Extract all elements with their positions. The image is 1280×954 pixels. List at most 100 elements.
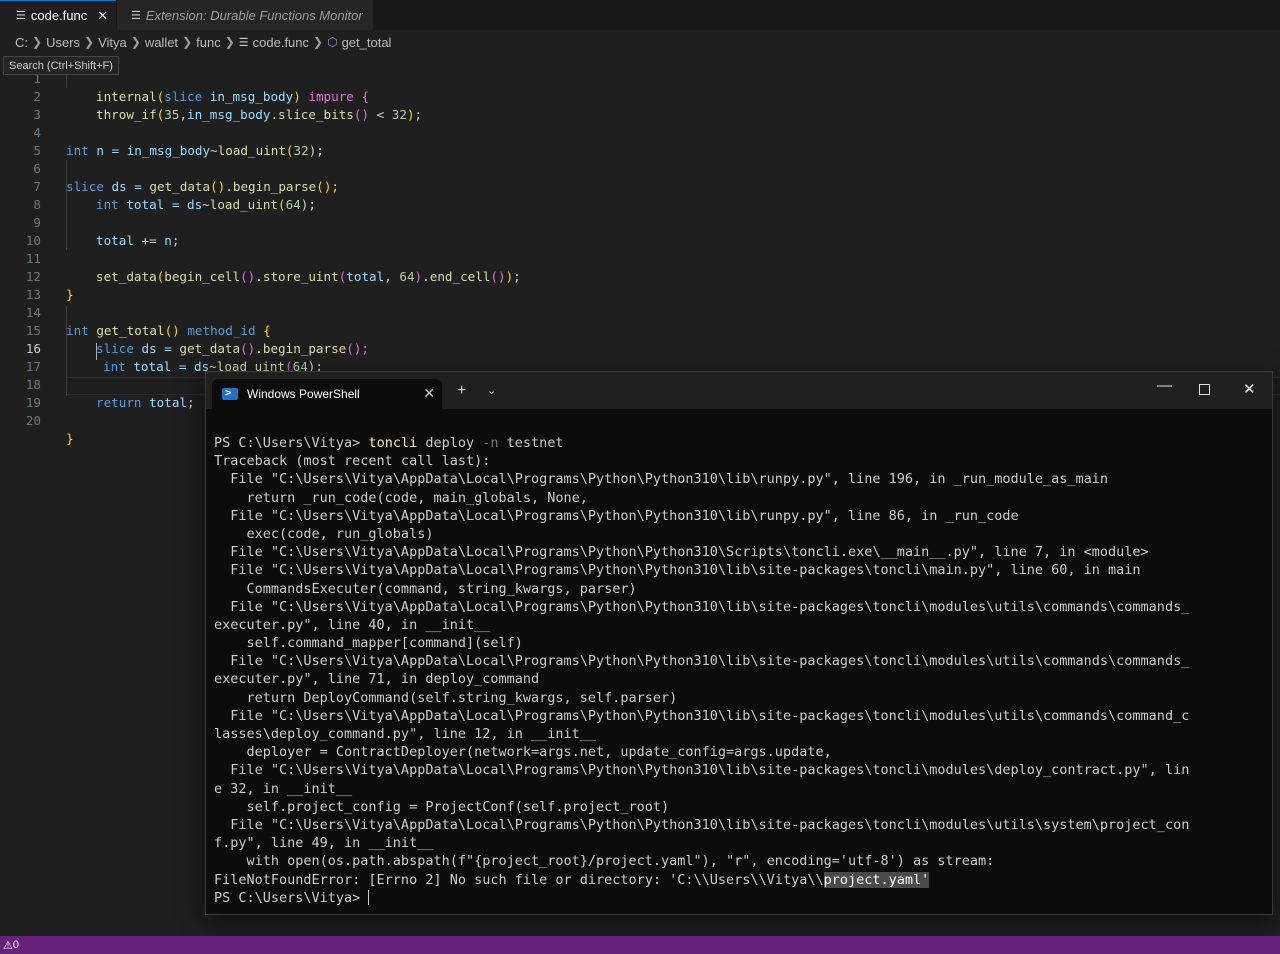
terminal-prompt-line[interactable]: PS C:\Users\Vitya>	[214, 889, 1264, 907]
token: in_msg_body	[209, 89, 294, 104]
close-window-button[interactable]: ✕	[1243, 380, 1256, 398]
traceback-line: exec(code, run_globals)	[214, 525, 434, 542]
traceback-line: return DeployCommand(self.string_kwargs,…	[214, 689, 678, 706]
traceback-line: f.py", line 49, in __init__	[214, 835, 434, 852]
tab-extension-durable-functions[interactable]: ☰ Extension: Durable Functions Monitor	[117, 0, 373, 30]
code-line-9: 9 total += n;	[0, 196, 179, 248]
indent-guide	[66, 160, 67, 250]
token: ~	[202, 197, 210, 212]
code-line-18: 18 return total;	[0, 358, 195, 410]
token: in_msg_body	[187, 107, 271, 122]
breadcrumb-item-drive[interactable]: C:	[15, 35, 28, 50]
code-line-19: 19	[0, 376, 41, 410]
code-line-7: 7 int total = ds~load_uint(64);	[0, 160, 316, 212]
code-line-20: 20 }	[0, 394, 74, 446]
token: .	[422, 269, 430, 284]
traceback-line: File "C:\Users\Vitya\AppData\Local\Progr…	[214, 653, 1190, 670]
token: throw_if	[96, 107, 157, 122]
breadcrumb-item-symbol[interactable]: get_total	[342, 35, 392, 50]
token: total	[346, 269, 385, 284]
terminal-titlebar[interactable]: > Windows PowerShell ✕ + ⌄ — ✕	[206, 372, 1272, 409]
token: begin_parse	[232, 179, 317, 194]
method-cube-icon: ⬡	[327, 35, 338, 49]
token: .	[270, 107, 279, 122]
breadcrumb-item-wallet[interactable]: wallet	[145, 35, 178, 50]
traceback: Traceback (most recent call last): File …	[214, 452, 1264, 870]
traceback-line: return _run_code(code, main_globals, Non…	[214, 489, 588, 506]
breadcrumb-item-vitya[interactable]: Vitya	[98, 35, 127, 50]
token: int	[103, 359, 126, 374]
token: load_uint	[217, 143, 286, 158]
text-cursor	[96, 343, 97, 360]
token: int	[66, 143, 89, 158]
command-args: deploy	[417, 435, 483, 451]
token: .	[255, 269, 263, 284]
token: set_data	[96, 269, 157, 284]
token: total	[96, 233, 134, 248]
breadcrumb-item-users[interactable]: Users	[46, 35, 80, 50]
problems-indicator[interactable]: ⚠ 0	[3, 939, 19, 952]
chevron-down-icon[interactable]: ⌄	[487, 384, 496, 397]
token: get_data	[149, 179, 211, 194]
token: );	[300, 197, 316, 212]
token: )	[293, 89, 301, 104]
code-line-17: 17	[0, 340, 41, 374]
command: toncli	[368, 435, 418, 451]
traceback-line: File "C:\Users\Vitya\AppData\Local\Progr…	[214, 598, 1190, 615]
warning-icon: ⚠	[3, 939, 13, 952]
token: ()	[210, 179, 226, 194]
powershell-window[interactable]: > Windows PowerShell ✕ + ⌄ — ✕ PS C:\Use…	[205, 371, 1273, 915]
tab-label: code.func	[30, 8, 88, 23]
token: get_total	[96, 323, 165, 338]
token: ;	[187, 395, 195, 410]
breadcrumb-item-func[interactable]: func	[196, 35, 221, 50]
token: int	[96, 197, 119, 212]
token: begin_parse	[262, 341, 347, 356]
traceback-line: executer.py", line 40, in __init__	[214, 616, 491, 633]
token: ds =	[103, 179, 150, 194]
token: impure {	[300, 89, 370, 104]
editor-tab-bar: ☰ code.func ✕ ☰ Extension: Durable Funct…	[0, 0, 1280, 30]
chevron-right-icon: ❯	[84, 35, 95, 49]
tab-label: Extension: Durable Functions Monitor	[145, 7, 363, 23]
token: in_msg_body	[126, 143, 211, 158]
tab-code-func[interactable]: ☰ code.func ✕	[0, 0, 116, 30]
close-icon[interactable]: ✕	[423, 385, 435, 402]
traceback-line: File "C:\Users\Vitya\AppData\Local\Progr…	[214, 544, 1149, 561]
chevron-right-icon: ❯	[313, 35, 324, 49]
terminal-tab[interactable]: > Windows PowerShell ✕	[212, 379, 442, 409]
token: ();	[316, 179, 340, 194]
token: ds =	[133, 341, 180, 356]
error-line: FileNotFoundError: [Errno 2] No such fil…	[214, 871, 1264, 889]
token: slice	[96, 341, 134, 356]
traceback-line: File "C:\Users\Vitya\AppData\Local\Progr…	[214, 707, 1190, 724]
token: ()	[240, 269, 256, 284]
command-args: testnet	[498, 435, 564, 451]
minimize-button[interactable]: —	[1157, 377, 1172, 394]
maximize-button[interactable]	[1199, 380, 1210, 395]
token: total =	[125, 359, 194, 374]
token: )	[414, 269, 423, 284]
problems-count: 0	[12, 939, 19, 951]
token: ;	[513, 269, 521, 284]
search-tooltip: Search (Ctrl+Shift+F)	[3, 56, 119, 75]
code-line-5: 5	[0, 124, 41, 158]
token: ,	[384, 269, 400, 284]
new-tab-plus-icon[interactable]: +	[457, 382, 466, 400]
terminal-output[interactable]: PS C:\Users\Vitya> toncli deploy -n test…	[214, 434, 1264, 907]
token: int	[66, 323, 89, 338]
indent-guide	[66, 306, 67, 396]
token: .	[225, 179, 233, 194]
token: get_data	[179, 341, 241, 356]
token: total	[149, 395, 188, 410]
breadcrumb-item-file[interactable]: code.func	[253, 35, 309, 50]
token: )	[406, 107, 415, 122]
prompt: PS C:\Users\Vitya>	[214, 889, 369, 906]
token: method_id	[187, 323, 256, 338]
terminal-cursor	[368, 890, 370, 906]
close-icon[interactable]: ✕	[97, 8, 108, 24]
token: n =	[88, 143, 127, 158]
token: end_cell	[429, 269, 491, 284]
chevron-right-icon: ❯	[224, 35, 235, 49]
token: ~	[210, 143, 218, 158]
